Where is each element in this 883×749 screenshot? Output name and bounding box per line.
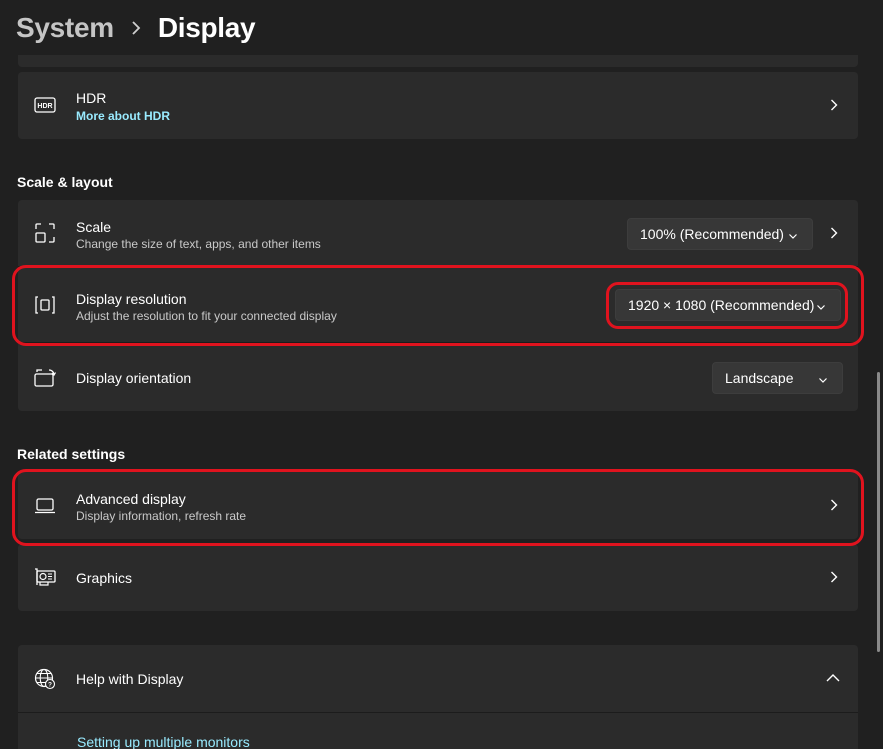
more-about-hdr-link[interactable]: More about HDR [76,109,170,123]
section-related-settings: Related settings [17,446,126,462]
breadcrumb: System Display [16,8,256,48]
scale-subtitle: Change the size of text, apps, and other… [76,237,321,251]
hdr-title: HDR [76,90,107,106]
help-with-display-expander[interactable]: ? Help with Display [18,645,858,712]
advanced-display-row[interactable]: Advanced display Display information, re… [18,472,858,539]
display-orientation-title: Display orientation [76,370,192,386]
chevron-right-icon [828,227,840,239]
display-resolution-value: 1920 × 1080 (Recommended) [628,297,815,313]
previous-setting-card[interactable] [18,55,858,67]
graphics-card-icon [34,567,56,589]
chevron-right-icon [828,99,840,111]
chevron-right-icon [114,21,158,35]
chevron-right-icon [828,571,840,583]
svg-text:HDR: HDR [37,103,52,110]
display-orientation-value: Landscape [725,370,794,386]
chevron-right-icon [828,499,840,511]
advanced-display-subtitle: Display information, refresh rate [76,509,247,523]
scale-icon [34,222,56,244]
resolution-icon [34,294,56,316]
display-orientation-row[interactable]: Display orientation Landscape [18,344,858,411]
row-divider [18,266,858,267]
scale-row[interactable]: Scale Change the size of text, apps, and… [18,200,858,266]
display-resolution-dropdown[interactable]: 1920 × 1080 (Recommended) [615,289,841,321]
help-content-panel: Setting up multiple monitors [18,713,858,749]
chevron-down-icon [818,372,828,388]
display-orientation-dropdown[interactable]: Landscape [712,362,843,394]
row-divider [18,342,858,343]
globe-help-icon: ? [34,668,56,690]
section-scale-layout: Scale & layout [17,174,113,190]
display-resolution-subtitle: Adjust the resolution to fit your connec… [76,309,337,323]
hdr-icon: HDR [34,94,56,116]
display-resolution-row[interactable]: Display resolution Adjust the resolution… [18,268,858,342]
advanced-display-title: Advanced display [76,491,186,507]
display-resolution-title: Display resolution [76,291,187,307]
vertical-scrollbar[interactable] [877,372,880,652]
help-with-display-title: Help with Display [76,671,184,687]
chevron-up-icon [826,672,840,684]
hdr-row[interactable]: HDR HDR More about HDR [18,72,858,139]
scale-dropdown-value: 100% (Recommended) [640,226,784,242]
chevron-down-icon [816,299,826,315]
laptop-icon [34,495,56,517]
orientation-icon [34,367,56,389]
breadcrumb-system-link[interactable]: System [16,12,114,44]
graphics-title: Graphics [76,570,133,586]
scale-title: Scale [76,219,112,235]
setting-up-multiple-monitors-link[interactable]: Setting up multiple monitors [77,734,250,749]
scale-dropdown[interactable]: 100% (Recommended) [627,218,813,250]
chevron-down-icon [788,228,798,244]
svg-text:?: ? [48,681,52,688]
page-title: Display [157,12,256,43]
graphics-row[interactable]: Graphics [18,544,858,611]
settings-page: System Display HDR HDR More about HDR Sc… [0,0,883,749]
